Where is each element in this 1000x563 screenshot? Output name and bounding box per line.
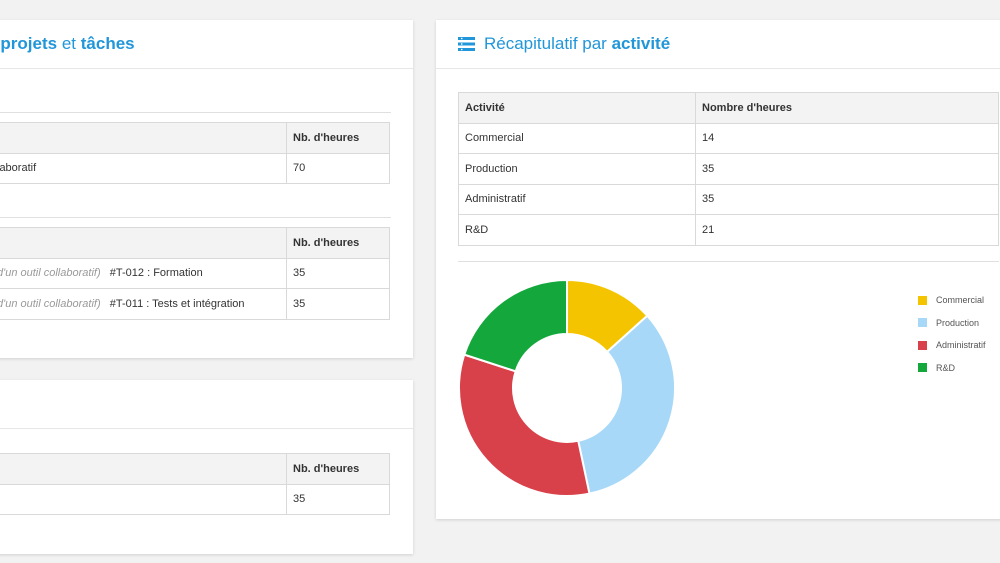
task-cell: d'un outil collaboratif) #T-012 : Format… xyxy=(0,257,287,289)
table-row: laboratif 70 xyxy=(0,152,390,184)
column-header: Nombre d'heures xyxy=(695,92,999,124)
column-header xyxy=(0,453,287,485)
activity-name: Production xyxy=(458,153,696,185)
hours-value: 70 xyxy=(286,152,390,184)
table-row: d'un outil collaboratif) #T-012 : Format… xyxy=(0,257,390,289)
legend-swatch xyxy=(918,318,927,328)
table-row: 35 xyxy=(0,483,390,515)
task-name: #T-011 : Tests et intégration xyxy=(109,297,245,310)
list-icon xyxy=(458,37,475,51)
summary-table: Nb. d'heures 35 xyxy=(0,453,390,515)
chart-legend: Commercial Production Administratif R&D xyxy=(918,289,986,379)
divider xyxy=(0,112,391,113)
hours-value: 35 xyxy=(695,183,999,215)
projects-tasks-card: r projets et tâches Nb. d'heures laborat… xyxy=(0,20,413,358)
column-header xyxy=(0,227,287,259)
activity-name: Administratif xyxy=(458,183,696,215)
divider xyxy=(458,261,999,262)
activity-table: Activité Nombre d'heures Commercial 14 P… xyxy=(458,92,999,246)
projects-table: Nb. d'heures laboratif 70 xyxy=(0,122,390,184)
legend-item: Production xyxy=(918,312,986,335)
table-row: Commercial 14 xyxy=(458,122,999,154)
legend-item: R&D xyxy=(918,357,986,380)
hours-value: 35 xyxy=(286,288,390,320)
table-row: R&D 21 xyxy=(458,214,999,246)
activity-donut-chart xyxy=(458,278,676,497)
table-row: Administratif 35 xyxy=(458,183,999,215)
legend-item: Administratif xyxy=(918,334,986,357)
tasks-table: Nb. d'heures d'un outil collaboratif) #T… xyxy=(0,227,390,320)
column-header: Nb. d'heures xyxy=(286,453,390,485)
task-project: d'un outil collaboratif) xyxy=(0,267,101,280)
card-title: r projets et tâches xyxy=(0,34,135,53)
legend-label: Commercial xyxy=(936,295,985,306)
column-header: Nb. d'heures xyxy=(286,122,390,154)
summary-card: Nb. d'heures 35 xyxy=(0,380,413,554)
hours-value: 35 xyxy=(695,153,999,185)
table-row: Production 35 xyxy=(458,153,999,185)
hours-value: 35 xyxy=(286,257,390,289)
task-name: #T-012 : Formation xyxy=(109,267,203,280)
table-header-row: Nb. d'heures xyxy=(0,453,390,485)
card-header xyxy=(0,380,413,429)
card-header: r projets et tâches xyxy=(0,20,413,69)
legend-label: Production xyxy=(936,317,980,328)
divider xyxy=(0,217,391,218)
task-project: d'un outil collaboratif) xyxy=(0,297,101,310)
legend-swatch xyxy=(918,363,927,373)
column-header xyxy=(0,122,287,154)
activity-name: R&D xyxy=(458,214,696,246)
legend-label: Administratif xyxy=(936,340,986,351)
donut-slice-production xyxy=(577,314,676,495)
legend-swatch xyxy=(918,295,927,305)
column-header: Nb. d'heures xyxy=(286,227,390,259)
card-header: Récapitulatif par activité xyxy=(436,20,1000,69)
table-header-row: Nb. d'heures xyxy=(0,227,390,259)
activity-name: Commercial xyxy=(458,122,696,154)
project-name: laboratif xyxy=(0,152,287,184)
table-header-row: Activité Nombre d'heures xyxy=(458,92,999,124)
table-row: d'un outil collaboratif) #T-011 : Tests … xyxy=(0,288,390,320)
hours-value: 21 xyxy=(695,214,999,246)
donut-slice-administratif xyxy=(458,353,591,497)
card-title: Récapitulatif par activité xyxy=(484,34,671,53)
hours-value: 14 xyxy=(695,122,999,154)
column-header: Activité xyxy=(458,92,696,124)
label-cell xyxy=(0,483,287,515)
legend-item: Commercial xyxy=(918,289,986,312)
task-cell: d'un outil collaboratif) #T-011 : Tests … xyxy=(0,288,287,320)
legend-label: R&D xyxy=(936,362,956,373)
hours-value: 35 xyxy=(286,483,390,515)
legend-swatch xyxy=(918,340,927,350)
table-header-row: Nb. d'heures xyxy=(0,122,390,154)
donut-slice-r-d xyxy=(463,278,568,373)
